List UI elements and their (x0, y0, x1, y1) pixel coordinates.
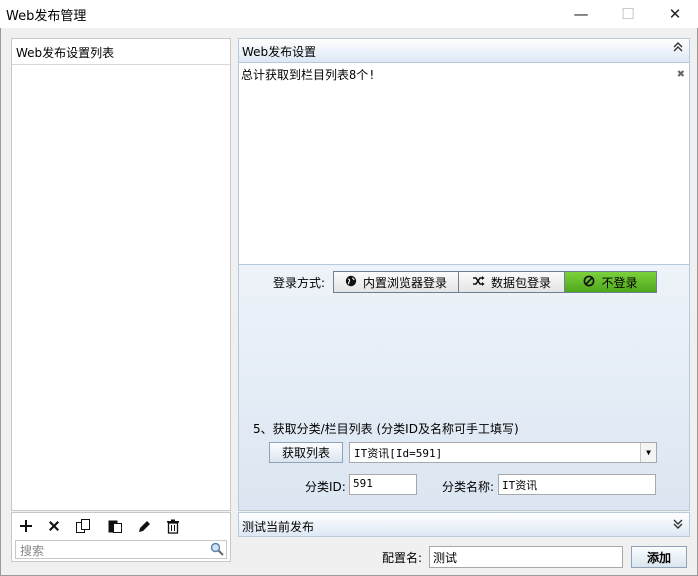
config-name-label: 配置名: (382, 551, 423, 565)
login-option-browser-label: 内置浏览器登录 (362, 275, 447, 290)
category-section-title: 5、获取分类/栏目列表 (分类ID及名称可手工填写) (253, 422, 519, 436)
clear-log-icon[interactable]: ✖ (677, 67, 685, 82)
minimize-button[interactable]: — (558, 0, 604, 28)
title-bar: Web发布管理 — ☐ ✕ (0, 0, 698, 28)
collapse-up-icon[interactable] (673, 42, 683, 55)
add-icon[interactable] (15, 516, 37, 536)
add-button[interactable]: 添加 (631, 546, 687, 568)
category-name-field[interactable]: IT资讯 (498, 474, 656, 495)
test-publish-label: 测试当前发布 (242, 520, 315, 534)
login-option-packet-label: 数据包登录 (490, 275, 551, 290)
chevron-down-icon[interactable]: ▼ (640, 443, 656, 462)
window-border-left (0, 28, 1, 576)
globe-icon (345, 275, 357, 290)
shuffle-icon (472, 275, 485, 290)
category-name-value: IT资讯 (502, 479, 538, 492)
paste-icon[interactable] (104, 516, 126, 536)
config-name-value: 测试 (433, 551, 458, 565)
settings-body: 登录方式: 内置浏览器登录 数据包登录 不登录 5、获取分类/栏目列表 (分类I… (239, 265, 689, 510)
settings-list-panel: Web发布设置列表 (11, 38, 231, 511)
edit-icon[interactable] (133, 516, 155, 536)
category-id-field[interactable]: 591 (349, 474, 417, 495)
list-toolbar: 搜索 (11, 512, 231, 562)
publish-settings-title: Web发布设置 (242, 45, 317, 59)
log-textarea[interactable]: 总计获取到栏目列表8个! ✖ (239, 63, 689, 265)
login-option-browser[interactable]: 内置浏览器登录 (334, 272, 459, 292)
publish-settings-panel: Web发布设置 总计获取到栏目列表8个! ✖ 登录方式: 内置浏览器登录 数据包… (238, 38, 690, 511)
delete-icon[interactable] (43, 516, 65, 536)
category-id-label: 分类ID: (305, 480, 346, 494)
close-button[interactable]: ✕ (652, 0, 698, 28)
settings-list[interactable] (12, 65, 230, 510)
maximize-button[interactable]: ☐ (605, 0, 651, 28)
login-method-group: 内置浏览器登录 数据包登录 不登录 (333, 271, 657, 293)
login-option-none-label: 不登录 (601, 275, 638, 290)
trash-icon[interactable] (162, 516, 184, 536)
category-select[interactable]: IT资讯[Id=591] ▼ (349, 442, 657, 463)
expand-down-icon[interactable] (673, 519, 683, 532)
window-title: Web发布管理 (6, 9, 87, 24)
login-option-none[interactable]: 不登录 (565, 272, 656, 292)
search-icon[interactable] (210, 542, 224, 559)
search-placeholder: 搜索 (20, 544, 45, 558)
settings-list-header: Web发布设置列表 (12, 39, 230, 65)
fetch-list-button[interactable]: 获取列表 (269, 442, 343, 463)
category-id-value: 591 (353, 477, 373, 490)
category-name-label: 分类名称: (442, 480, 495, 494)
search-input[interactable]: 搜索 (15, 540, 227, 559)
login-option-packet[interactable]: 数据包登录 (459, 272, 565, 292)
category-section: 5、获取分类/栏目列表 (分类ID及名称可手工填写) 获取列表 IT资讯[Id=… (249, 415, 681, 510)
category-select-value: IT资讯[Id=591] (354, 447, 443, 460)
ban-icon (583, 275, 595, 290)
test-publish-bar[interactable]: 测试当前发布 (238, 512, 690, 537)
publish-settings-header: Web发布设置 (239, 39, 689, 63)
copy-icon[interactable] (72, 516, 94, 536)
login-method-label: 登录方式: (273, 276, 326, 290)
log-text: 总计获取到栏目列表8个! (241, 68, 376, 82)
config-name-input[interactable]: 测试 (429, 546, 623, 568)
